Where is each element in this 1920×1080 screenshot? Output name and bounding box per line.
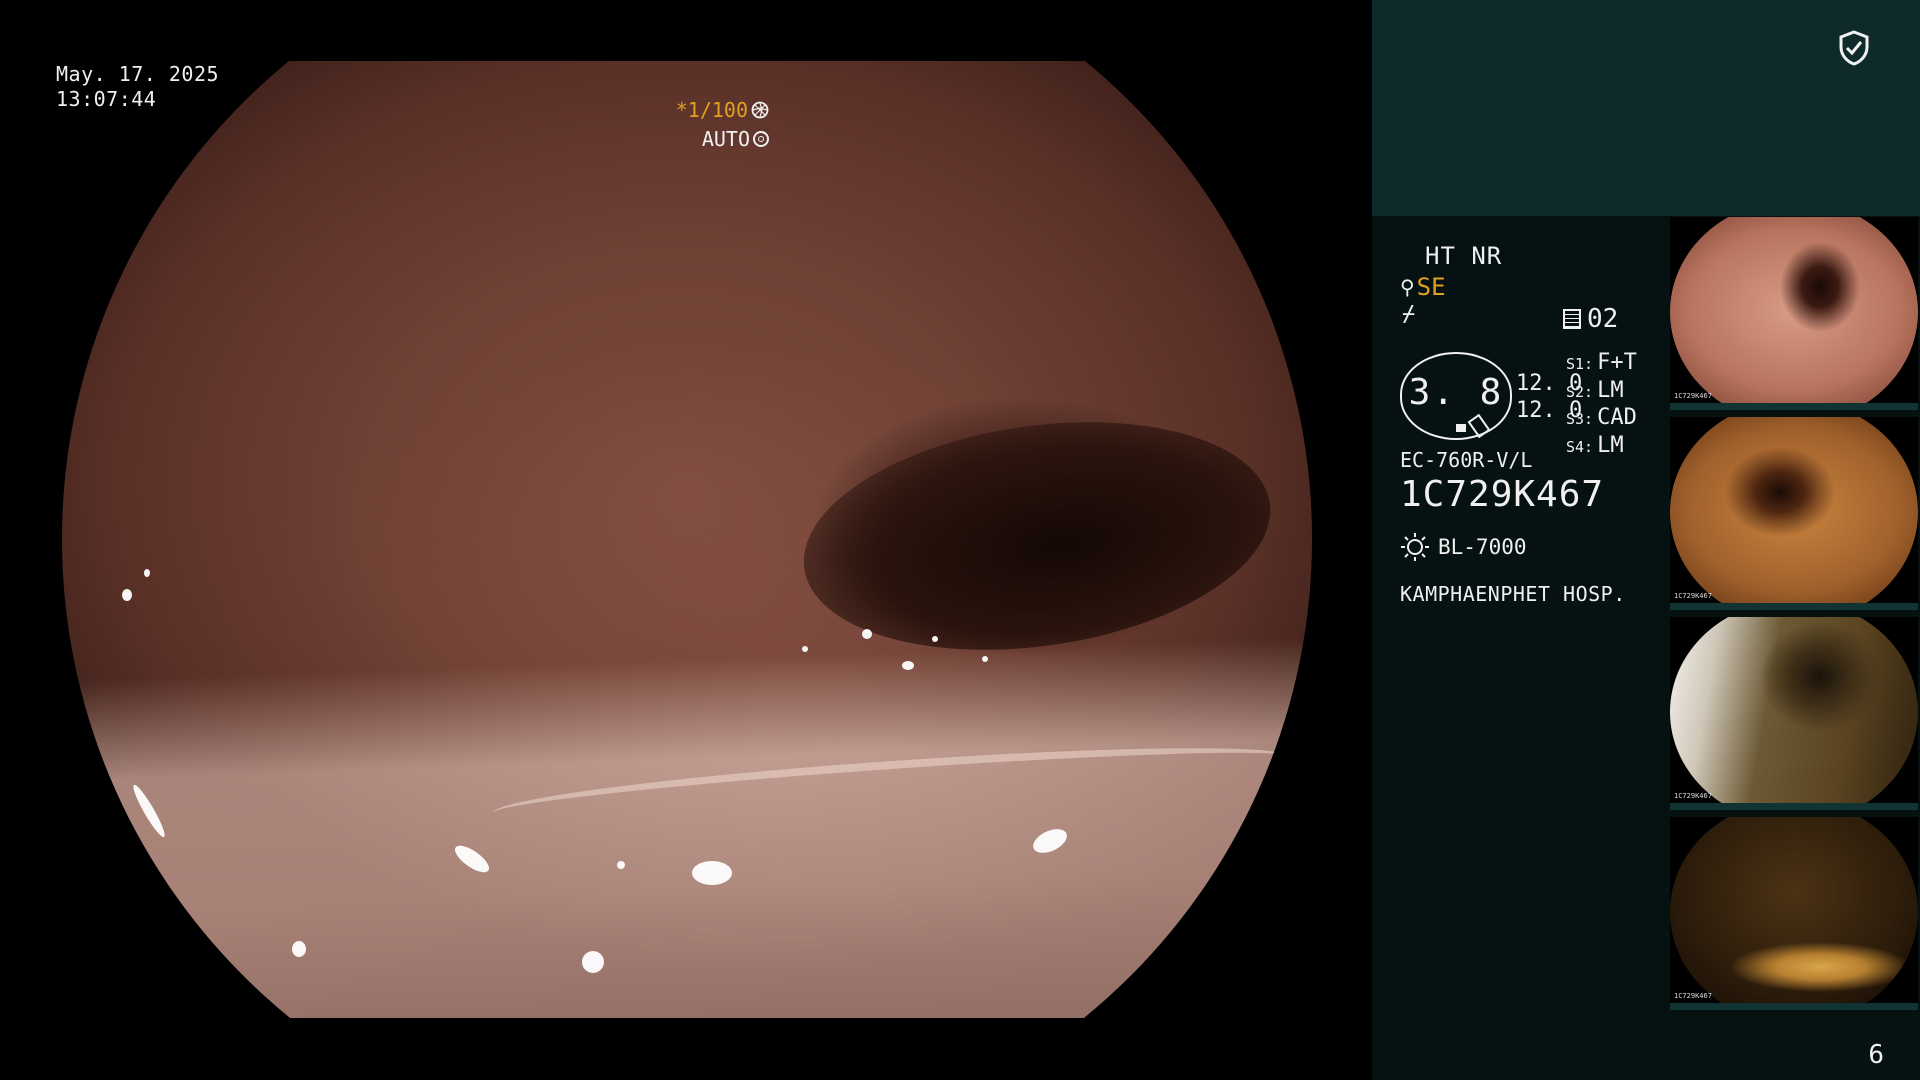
- thumbnail-serial: 1C729K467: [1674, 992, 1712, 1000]
- specular-highlight: [932, 636, 938, 642]
- page-number: 6: [1868, 1040, 1884, 1070]
- specular-highlight: [862, 629, 872, 639]
- specular-highlight: [451, 840, 493, 878]
- side-panel-header: [1372, 0, 1920, 216]
- thumbnail-strip: 1C729K467 1C729K467 1C729K467 1C729K467: [1670, 217, 1920, 1017]
- thumbnail[interactable]: 1C729K467: [1670, 817, 1918, 1010]
- scope-mode-3: S3: CAD: [1566, 405, 1637, 433]
- specular-highlight: [292, 941, 306, 957]
- specular-highlight: [982, 656, 988, 662]
- enhance-mode: HT NR: [1425, 242, 1503, 270]
- specular-highlight: [692, 861, 732, 885]
- specular-highlight: [122, 589, 132, 601]
- memory-icon: [1563, 309, 1581, 329]
- scope-mode-value: LM: [1597, 377, 1624, 403]
- specular-highlight: [129, 782, 169, 840]
- date-text: May. 17. 2025: [56, 62, 220, 86]
- specular-highlight: [617, 861, 625, 869]
- scope-mode-key: S3:: [1566, 410, 1594, 428]
- light-source-text: BL-7000: [1438, 535, 1527, 559]
- scope-mode-value: CAD: [1597, 405, 1637, 430]
- light-source: BL-7000: [1400, 532, 1527, 562]
- structure-enhancement: ⚲ SE: [1400, 273, 1446, 301]
- scope-model: EC-760R-V/L: [1400, 448, 1533, 472]
- freeze-icon: ⌿: [1402, 302, 1416, 327]
- scope-mode-1: S1: F+T: [1566, 350, 1637, 378]
- thumbnail-serial: 1C729K467: [1674, 592, 1712, 600]
- shield-check-icon: [1839, 30, 1869, 66]
- scope-mode-4: S4: LM: [1566, 433, 1637, 461]
- mucosal-fold: [491, 733, 1293, 837]
- structure-text: SE: [1416, 273, 1446, 301]
- shutter-speed: *1/100: [676, 98, 769, 122]
- thumbnail-image: [1670, 617, 1918, 803]
- thumbnail-bar: [1670, 403, 1918, 410]
- specular-highlight: [902, 661, 914, 670]
- scope-mode-key: S1:: [1566, 355, 1594, 373]
- auto-icon: [753, 131, 769, 147]
- scope-mode-key: S2:: [1566, 382, 1594, 401]
- thumbnail-bar: [1670, 803, 1918, 810]
- sun-icon: [1401, 533, 1429, 561]
- magnification-badge: 3. 8: [1400, 352, 1512, 440]
- endoscopy-screen: May. 17. 2025 13:07:44 *1/100 AUTO HT NR…: [0, 0, 1920, 1080]
- thumbnail[interactable]: 1C729K467: [1670, 217, 1918, 410]
- endoscope-view: May. 17. 2025 13:07:44 *1/100 AUTO: [0, 0, 1372, 1080]
- scope-mode-key: S4:: [1566, 437, 1594, 456]
- thumbnail-bar: [1670, 1003, 1918, 1010]
- specular-highlight: [802, 646, 808, 652]
- iris-mode-text: AUTO: [701, 127, 750, 151]
- scope-serial: 1C729K467: [1400, 474, 1605, 515]
- thumbnail-serial: 1C729K467: [1674, 392, 1712, 400]
- thumbnail-image: [1670, 217, 1918, 403]
- hospital-name: KAMPHAENPHET HOSP.: [1400, 582, 1626, 606]
- live-endoscope-image: [62, 61, 1312, 1018]
- scope-mode-value: F+T: [1597, 350, 1637, 375]
- scope-switch-modes: S1: F+T S2: LM S3: CAD S4: LM: [1566, 350, 1637, 460]
- scope-mode-value: LM: [1597, 432, 1624, 458]
- memory-slot-text: 02: [1587, 304, 1619, 334]
- datetime: May. 17. 2025 13:07:44: [56, 62, 219, 112]
- thumbnail-image: [1670, 417, 1918, 603]
- se-icon: ⚲: [1400, 275, 1415, 299]
- thumbnail-serial: 1C729K467: [1674, 792, 1712, 800]
- specular-highlight: [582, 951, 604, 973]
- iris-mode: AUTO: [702, 127, 769, 151]
- iris-icon: [751, 101, 769, 119]
- thumbnail[interactable]: 1C729K467: [1670, 617, 1918, 810]
- thumbnail-bar: [1670, 603, 1918, 610]
- shutter-text: *1/100: [675, 98, 748, 122]
- time-text: 13:07:44: [56, 87, 157, 111]
- specular-highlight: [144, 569, 150, 577]
- badge-tab: [1456, 424, 1466, 432]
- specular-highlight: [1029, 824, 1071, 858]
- scope-mode-2: S2: LM: [1566, 378, 1637, 406]
- memory-slot: 02: [1563, 304, 1618, 334]
- thumbnail[interactable]: 1C729K467: [1670, 417, 1918, 610]
- badge-value: 3. 8: [1408, 372, 1504, 413]
- thumbnail-image: [1670, 817, 1918, 1003]
